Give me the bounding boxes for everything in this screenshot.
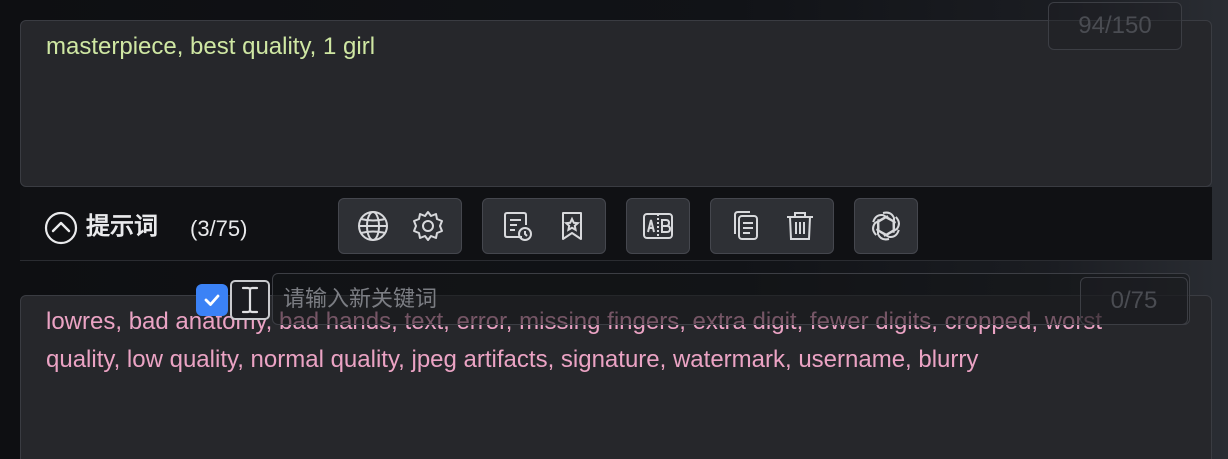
- bookmark-icon: [561, 212, 582, 240]
- openai-icon: [872, 211, 900, 241]
- history-button[interactable]: [493, 202, 541, 250]
- ai-assist-button[interactable]: [862, 202, 910, 250]
- btn-group-ai: [854, 198, 918, 254]
- trash-icon: [786, 212, 813, 240]
- positive-prompt-text: masterpiece, best quality, 1 girl: [46, 33, 376, 60]
- section-count: (3/75): [190, 216, 248, 241]
- copy-icon: [733, 211, 758, 240]
- copy-button[interactable]: [721, 202, 769, 250]
- bookmark-button[interactable]: [548, 202, 596, 250]
- prompt-toolbar: 提示词 (3/75): [20, 187, 1212, 261]
- translate-button[interactable]: [634, 202, 682, 250]
- enable-keyword-checkbox[interactable]: [196, 284, 228, 316]
- collapse-chevron-icon[interactable]: [44, 211, 78, 245]
- negative-char-counter: 0/75: [1080, 277, 1188, 325]
- globe-button[interactable]: [349, 202, 397, 250]
- btn-group-translate: [626, 198, 690, 254]
- translate-icon: [643, 213, 673, 239]
- gear-icon: [412, 211, 443, 241]
- positive-char-counter: 94/150: [1048, 2, 1182, 50]
- text-cursor-icon: [230, 280, 270, 320]
- clear-button[interactable]: [776, 202, 824, 250]
- new-keyword-input[interactable]: [272, 273, 1190, 325]
- checkmark-icon: [204, 294, 220, 306]
- settings-button[interactable]: [404, 202, 452, 250]
- btn-group-language-settings: [338, 198, 462, 254]
- history-icon: [503, 212, 532, 241]
- globe-icon: [357, 211, 388, 241]
- btn-group-copy-clear: [710, 198, 834, 254]
- btn-group-history-bookmarks: [482, 198, 606, 254]
- section-title: 提示词: [86, 213, 158, 240]
